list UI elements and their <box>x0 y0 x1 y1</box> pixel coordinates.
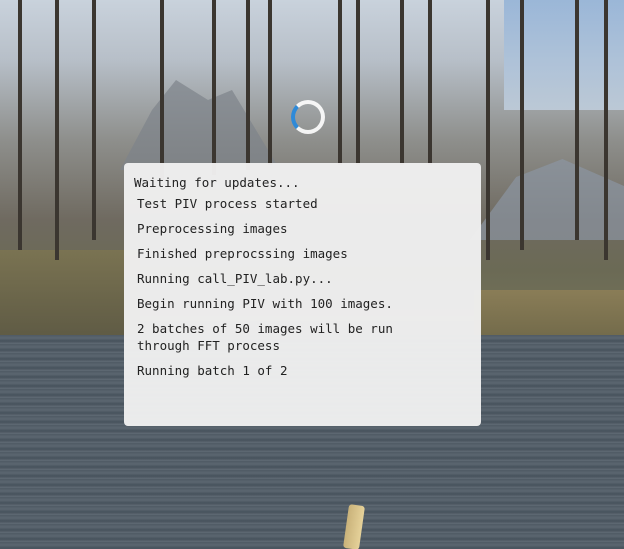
status-log: Test PIV process started Preprocessing i… <box>134 195 471 379</box>
loading-spinner-icon <box>291 100 325 134</box>
tree-trunk <box>246 0 250 170</box>
tree-trunk <box>338 0 342 165</box>
log-message: Running batch 1 of 2 <box>137 363 288 378</box>
log-message: Preprocessing images <box>137 221 288 236</box>
tree-trunk <box>486 0 490 260</box>
tree-trunk <box>268 0 272 165</box>
tree-trunk <box>356 0 360 165</box>
tree-trunk <box>428 0 432 165</box>
tree-trunk <box>212 0 216 175</box>
tree-trunk <box>92 0 96 240</box>
status-title: Waiting for updates... <box>134 175 300 190</box>
log-message: Begin running PIV with 100 images. <box>137 296 393 311</box>
status-panel: Waiting for updates... Test PIV process … <box>124 163 481 426</box>
log-message: Test PIV process started <box>137 196 318 211</box>
tree-trunk <box>575 0 579 240</box>
mountain-left <box>120 80 280 170</box>
tree-trunk <box>160 0 164 180</box>
tree-trunk <box>520 0 524 250</box>
log-message: Finished preprocssing images <box>137 246 348 261</box>
river-bank-left <box>0 250 140 340</box>
mountain-right <box>470 159 624 240</box>
tree-trunk <box>55 0 59 260</box>
tree-trunk <box>400 0 404 165</box>
log-message: 2 batches of 50 images will be run throu… <box>137 321 393 353</box>
tree-trunk <box>18 0 22 250</box>
log-message: Running call_PIV_lab.py... <box>137 271 333 286</box>
tree-trunk <box>604 0 608 260</box>
